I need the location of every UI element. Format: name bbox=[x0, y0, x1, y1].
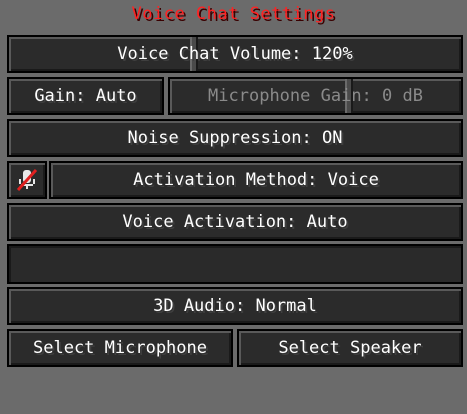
gain-label: Gain: Auto bbox=[34, 86, 137, 106]
voice-chat-volume-label: Voice Chat Volume: 120% bbox=[117, 44, 353, 64]
microphone-gain-label: Microphone Gain: 0 dB bbox=[208, 86, 423, 106]
3d-audio-button[interactable]: 3D Audio: Normal bbox=[7, 287, 463, 325]
activation-method-label: Activation Method: Voice bbox=[133, 170, 379, 190]
select-speaker-button[interactable]: Select Speaker bbox=[237, 329, 463, 367]
microphone-mute-toggle[interactable] bbox=[7, 161, 47, 199]
microphone-gain-slider: Microphone Gain: 0 dB bbox=[168, 77, 463, 115]
noise-suppression-button[interactable]: Noise Suppression: ON bbox=[7, 119, 463, 157]
activation-method-button[interactable]: Activation Method: Voice bbox=[49, 161, 463, 199]
microphone-level-meter bbox=[7, 244, 463, 284]
page-title: Voice Chat Settings bbox=[131, 4, 336, 24]
select-microphone-button[interactable]: Select Microphone bbox=[7, 329, 233, 367]
select-speaker-label: Select Speaker bbox=[278, 338, 422, 358]
3d-audio-label: 3D Audio: Normal bbox=[153, 296, 317, 316]
microphone-muted-icon bbox=[16, 168, 38, 192]
voice-activation-label: Voice Activation: Auto bbox=[122, 212, 348, 232]
voice-chat-volume-slider[interactable]: Voice Chat Volume: 120% bbox=[7, 35, 463, 73]
gain-button[interactable]: Gain: Auto bbox=[7, 77, 164, 115]
voice-activation-button[interactable]: Voice Activation: Auto bbox=[7, 203, 463, 241]
noise-suppression-label: Noise Suppression: ON bbox=[127, 128, 343, 148]
select-microphone-label: Select Microphone bbox=[33, 338, 207, 358]
